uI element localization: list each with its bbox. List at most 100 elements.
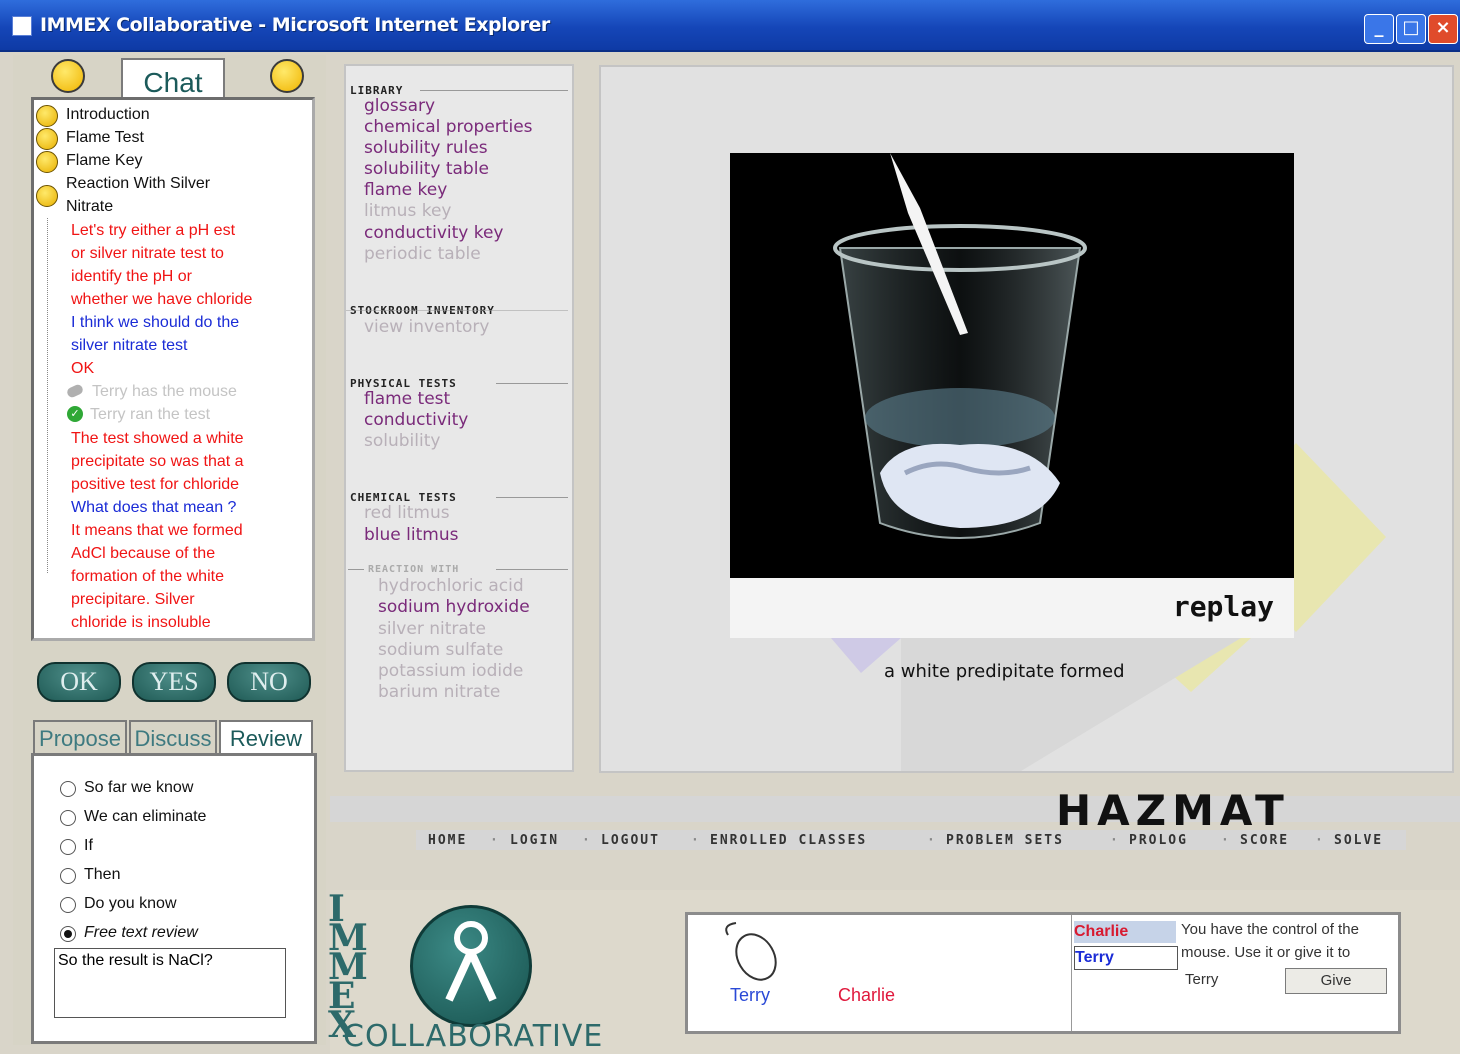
- divider: [346, 310, 568, 311]
- ok-button[interactable]: OK: [37, 662, 121, 702]
- nav-separator: ·: [582, 833, 590, 848]
- chat-message: I think we should do the: [71, 314, 240, 331]
- smiley-icon: [36, 128, 58, 150]
- give-button[interactable]: Give: [1285, 968, 1387, 994]
- divider: [496, 569, 568, 570]
- mouse-icon: [65, 383, 85, 399]
- result-caption: a white predipitate formed: [884, 661, 1125, 682]
- give-target: Terry: [1185, 971, 1219, 988]
- hazmat-logo: HAZMAT: [1056, 786, 1290, 835]
- radio-so-far-we-know[interactable]: [60, 781, 76, 797]
- tree-node-nitrate[interactable]: Nitrate: [66, 198, 113, 216]
- library-item[interactable]: conductivity key: [364, 223, 504, 243]
- checkmark-icon: ✓: [67, 406, 83, 422]
- chat-message: AdCl because of the: [71, 545, 216, 562]
- chat-message: formation of the white: [71, 568, 224, 585]
- nav-separator: ·: [1221, 833, 1229, 848]
- chemical-test-item[interactable]: red litmus: [364, 503, 450, 523]
- chat-message: silver nitrate test: [71, 337, 188, 354]
- reaction-item[interactable]: barium nitrate: [378, 682, 500, 702]
- tree-node-reaction-silver[interactable]: Reaction With Silver: [66, 175, 210, 193]
- smiley-icon: [36, 151, 58, 173]
- yes-button[interactable]: YES: [132, 662, 216, 702]
- tab-propose[interactable]: Propose: [33, 720, 127, 756]
- smiley-icon: [36, 105, 58, 127]
- tab-chat[interactable]: Chat: [121, 58, 225, 102]
- tree-node-introduction[interactable]: Introduction: [66, 106, 150, 124]
- radio-then[interactable]: [60, 868, 76, 884]
- library-item[interactable]: glossary: [364, 96, 435, 116]
- user-list-item[interactable]: Charlie: [1074, 921, 1176, 943]
- close-icon[interactable]: ×: [1428, 14, 1458, 44]
- library-item[interactable]: litmus key: [364, 201, 451, 221]
- minimize-icon[interactable]: _: [1364, 14, 1394, 44]
- nav-separator: ·: [1315, 833, 1323, 848]
- chat-message: OK: [71, 360, 95, 377]
- control-message: You have the control of the: [1181, 921, 1359, 938]
- reaction-item[interactable]: hydrochloric acid: [378, 576, 524, 596]
- library-item[interactable]: solubility table: [364, 159, 489, 179]
- no-button[interactable]: NO: [227, 662, 311, 702]
- radio-free-text-review[interactable]: [60, 926, 76, 942]
- tree-node-flame-test[interactable]: Flame Test: [66, 129, 144, 147]
- user-charlie: Charlie: [838, 985, 896, 1005]
- tab-review[interactable]: Review: [219, 720, 313, 756]
- section-reaction-with: REACTION WITH: [368, 564, 460, 575]
- nav-separator: ·: [490, 833, 498, 848]
- chat-message: chloride is insoluble: [71, 614, 211, 631]
- nav-separator: ·: [927, 833, 935, 848]
- physical-test-item[interactable]: flame test: [364, 389, 450, 409]
- chat-message: identify the pH or: [71, 268, 192, 285]
- library-item[interactable]: solubility rules: [364, 138, 488, 158]
- nav-separator: ·: [1110, 833, 1118, 848]
- nav-enrolled-classes[interactable]: ENROLLED CLASSES: [710, 833, 867, 848]
- brand-band: [330, 796, 1460, 822]
- radio-we-can-eliminate[interactable]: [60, 810, 76, 826]
- divider: [496, 497, 568, 498]
- maximize-icon[interactable]: □: [1396, 14, 1426, 44]
- tab-discuss[interactable]: Discuss: [129, 720, 217, 756]
- reaction-item[interactable]: sodium hydroxide: [378, 597, 530, 617]
- chat-panel[interactable]: Introduction Flame Test Flame Key Reacti…: [31, 97, 315, 641]
- nav-login[interactable]: LOGIN: [510, 833, 559, 848]
- library-item[interactable]: periodic table: [364, 244, 481, 264]
- chat-message: It means that we formed: [71, 522, 243, 539]
- radio-label: If: [84, 837, 93, 854]
- chat-message: precipitare. Silver: [71, 591, 195, 608]
- nav-home[interactable]: HOME: [428, 833, 467, 848]
- beaker-image: [833, 153, 1087, 539]
- radio-label: Do you know: [84, 895, 177, 912]
- library-item[interactable]: flame key: [364, 180, 447, 200]
- nav-logout[interactable]: LOGOUT: [601, 833, 660, 848]
- divider: [1071, 915, 1072, 1031]
- radio-label: So far we know: [84, 779, 194, 796]
- review-panel: So far we know We can eliminate If Then …: [31, 753, 317, 1044]
- nav-prolog[interactable]: PROLOG: [1129, 833, 1188, 848]
- chat-message: The test showed a white: [71, 430, 244, 447]
- physical-test-item[interactable]: solubility: [364, 431, 440, 451]
- chat-message: precipitate so was that a: [71, 453, 244, 470]
- tree-node-flame-key[interactable]: Flame Key: [66, 152, 142, 170]
- divider: [420, 90, 568, 91]
- reaction-item[interactable]: silver nitrate: [378, 619, 486, 639]
- nav-bar: HOME · LOGIN · LOGOUT · ENROLLED CLASSES…: [416, 830, 1406, 850]
- smiley-icon: [270, 59, 304, 93]
- mouse-control-panel: Terry Charlie Charlie Terry You have the…: [685, 912, 1401, 1034]
- review-text-field[interactable]: So the result is NaCl?: [54, 948, 286, 1018]
- divider: [348, 569, 364, 570]
- replay-button[interactable]: replay: [1173, 590, 1274, 623]
- radio-if[interactable]: [60, 839, 76, 855]
- stockroom-item[interactable]: view inventory: [364, 317, 489, 337]
- nav-problem-sets[interactable]: PROBLEM SETS: [946, 833, 1064, 848]
- user-list-item[interactable]: Terry: [1074, 946, 1178, 970]
- chemical-test-item[interactable]: blue litmus: [364, 525, 458, 545]
- physical-test-item[interactable]: conductivity: [364, 410, 468, 430]
- window-title-bar[interactable]: IMMEX Collaborative - Microsoft Internet…: [0, 0, 1460, 52]
- nav-score[interactable]: SCORE: [1240, 833, 1289, 848]
- reaction-item[interactable]: potassium iodide: [378, 661, 523, 681]
- chat-message: What does that mean ?: [71, 499, 237, 516]
- nav-solve[interactable]: SOLVE: [1334, 833, 1383, 848]
- reaction-item[interactable]: sodium sulfate: [378, 640, 503, 660]
- library-item[interactable]: chemical properties: [364, 117, 533, 137]
- radio-do-you-know[interactable]: [60, 897, 76, 913]
